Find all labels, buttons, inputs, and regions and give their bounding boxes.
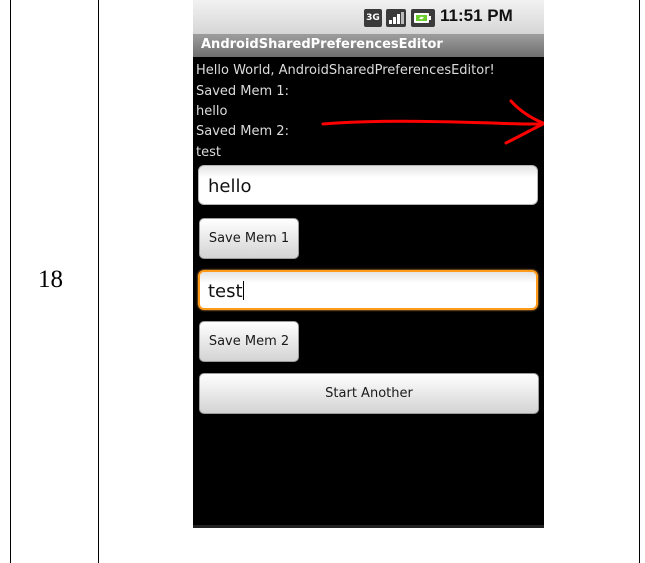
table-border-left bbox=[10, 0, 11, 563]
screen-bottom-edge bbox=[193, 525, 544, 528]
text-caret bbox=[242, 281, 244, 300]
mem1-input[interactable]: hello bbox=[198, 165, 538, 205]
mem2-input[interactable]: test bbox=[198, 270, 538, 310]
phone-screen: 3G 11:51 PM AndroidSharedPreferencesEdit… bbox=[193, 0, 544, 528]
save-mem1-button[interactable]: Save Mem 1 bbox=[199, 218, 299, 259]
table-row-number: 18 bbox=[38, 266, 63, 293]
table-border-right bbox=[639, 0, 640, 563]
table-border-middle bbox=[98, 0, 99, 563]
red-arrow-annotation bbox=[321, 99, 544, 145]
save-mem2-button[interactable]: Save Mem 2 bbox=[199, 321, 299, 362]
start-another-button[interactable]: Start Another bbox=[199, 373, 539, 414]
mem2-input-text: test bbox=[208, 281, 243, 302]
